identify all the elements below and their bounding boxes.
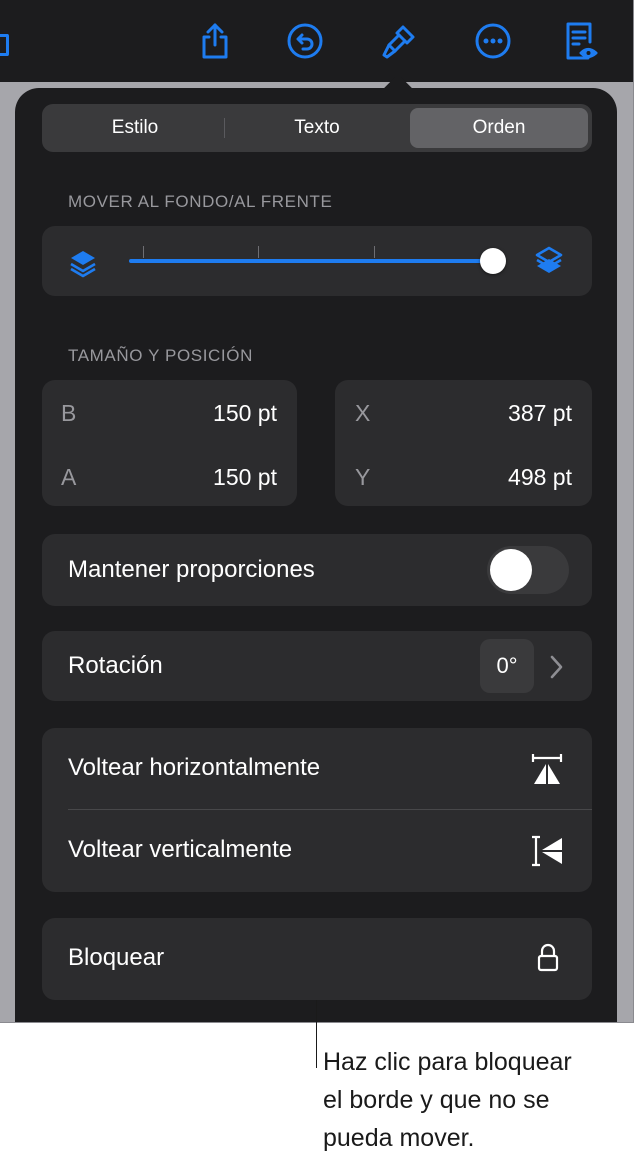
height-label: A bbox=[61, 464, 77, 490]
flip-vertical-row[interactable]: Voltear verticalmente bbox=[42, 810, 592, 892]
x-label: X bbox=[355, 400, 371, 426]
format-popover: Estilo Texto Orden MOVER AL FONDO/AL FRE… bbox=[15, 88, 617, 1022]
size-card: B 150 pt A 150 pt bbox=[42, 380, 297, 506]
arrange-card bbox=[42, 226, 592, 296]
tab-bar: Estilo Texto Orden bbox=[42, 104, 592, 152]
flip-card: Voltear horizontalmente Voltear vertical… bbox=[42, 728, 592, 892]
rotation-label: Rotación bbox=[68, 652, 163, 679]
height-field[interactable]: 150 pt bbox=[213, 464, 277, 491]
rotation-row[interactable]: Rotación 0° bbox=[42, 631, 592, 701]
flip-vertical-icon bbox=[530, 834, 564, 873]
tab-orden[interactable]: Orden bbox=[410, 108, 588, 148]
flip-horizontal-row[interactable]: Voltear horizontalmente bbox=[42, 728, 592, 810]
send-to-back-icon[interactable] bbox=[68, 248, 98, 283]
chevron-right-icon[interactable] bbox=[548, 654, 564, 685]
app-screen: Estilo Texto Orden MOVER AL FONDO/AL FRE… bbox=[0, 0, 634, 1023]
constrain-proportions-label: Mantener proporciones bbox=[68, 556, 315, 583]
tab-estilo[interactable]: Estilo bbox=[46, 108, 224, 148]
layer-slider-thumb[interactable] bbox=[480, 248, 506, 274]
tab-texto[interactable]: Texto bbox=[228, 108, 406, 148]
constrain-proportions-row: Mantener proporciones bbox=[42, 534, 592, 606]
flip-horizontal-label: Voltear horizontalmente bbox=[68, 754, 321, 781]
slider-tick bbox=[143, 246, 144, 258]
format-brush-icon[interactable] bbox=[378, 20, 420, 62]
toolbar bbox=[0, 0, 633, 82]
size-position-section-label: TAMAÑO Y POSICIÓN bbox=[68, 346, 253, 365]
callout-leader-line bbox=[316, 1000, 317, 1068]
bring-to-front-icon[interactable] bbox=[534, 246, 564, 281]
flip-horizontal-icon bbox=[530, 752, 564, 791]
toggle-knob bbox=[490, 549, 532, 591]
rotation-field[interactable]: 0° bbox=[480, 639, 534, 693]
share-icon[interactable] bbox=[194, 20, 236, 62]
constrain-proportions-toggle[interactable] bbox=[487, 546, 569, 594]
slider-tick bbox=[374, 246, 375, 258]
more-icon[interactable] bbox=[472, 20, 514, 62]
undo-icon[interactable] bbox=[284, 20, 326, 62]
reader-view-icon[interactable] bbox=[560, 20, 602, 62]
lock-icon bbox=[536, 943, 560, 978]
flip-vertical-label: Voltear verticalmente bbox=[68, 836, 293, 863]
lock-label: Bloquear bbox=[68, 944, 165, 971]
position-card: X 387 pt Y 498 pt bbox=[335, 380, 592, 506]
lock-row[interactable]: Bloquear bbox=[42, 918, 592, 1000]
layer-slider-track[interactable] bbox=[129, 259, 493, 263]
y-label: Y bbox=[355, 464, 371, 490]
width-field[interactable]: 150 pt bbox=[213, 400, 277, 427]
slider-tick bbox=[258, 246, 259, 258]
x-field[interactable]: 387 pt bbox=[508, 400, 572, 427]
width-label: B bbox=[61, 400, 77, 426]
y-field[interactable]: 498 pt bbox=[508, 464, 572, 491]
callout-text: Haz clic para bloquear el borde y que no… bbox=[323, 1048, 572, 1152]
partial-toolbar-icon[interactable] bbox=[0, 34, 9, 56]
arrange-section-label: MOVER AL FONDO/AL FRENTE bbox=[68, 192, 333, 211]
tab-divider bbox=[224, 118, 225, 138]
